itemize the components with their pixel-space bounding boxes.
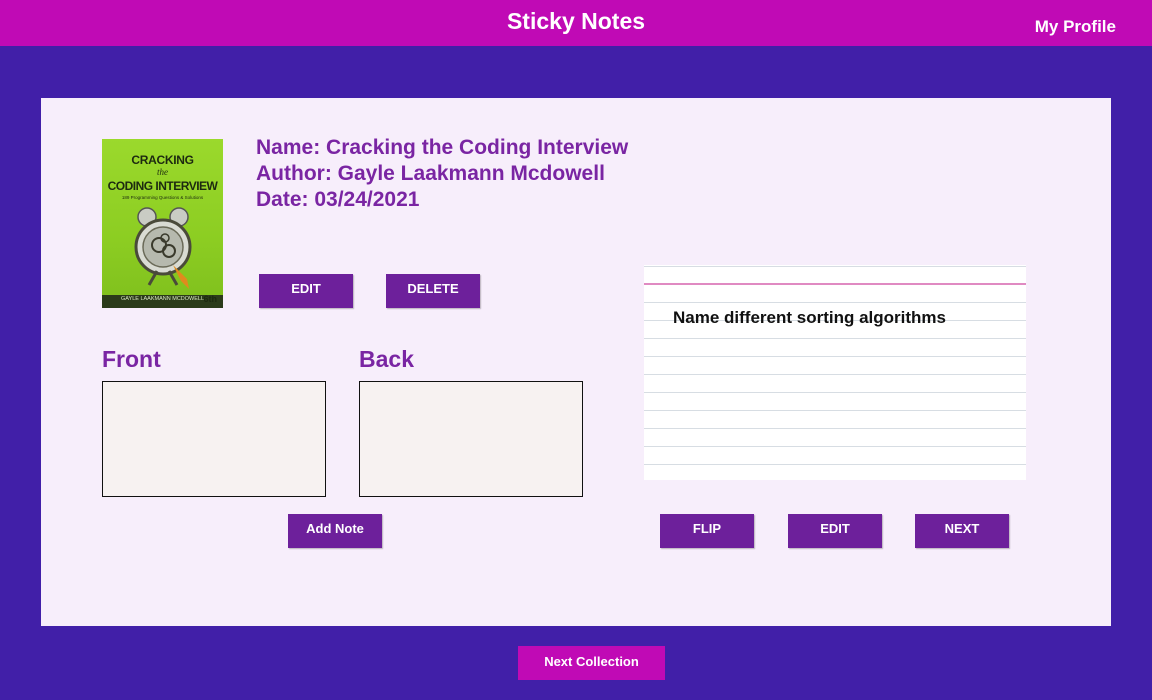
flashcard-question: Name different sorting algorithms	[673, 308, 946, 327]
edit-flashcard-button[interactable]: EDIT	[788, 514, 882, 548]
collection-card: CRACKING the CODING INTERVIEW 189 Progra…	[41, 98, 1111, 626]
back-textarea[interactable]	[359, 381, 583, 497]
delete-book-button[interactable]: DELETE	[386, 274, 480, 308]
book-date: Date: 03/24/2021	[256, 188, 420, 211]
app-title: Sticky Notes	[506, 8, 646, 34]
cover-subtitle: 189 Programming Questions & Solutions	[121, 195, 204, 200]
back-label: Back	[359, 346, 414, 372]
alarm-clock-illustration	[134, 207, 192, 289]
my-profile-link[interactable]: My Profile	[1035, 17, 1116, 37]
cover-title-line: the	[157, 167, 168, 177]
flip-button[interactable]: FLIP	[660, 514, 754, 548]
book-cover-image: CRACKING the CODING INTERVIEW 189 Progra…	[102, 139, 223, 308]
edit-book-button[interactable]: EDIT	[259, 274, 353, 308]
add-note-button[interactable]: Add Note	[288, 514, 382, 548]
book-author: Author: Gayle Laakmann Mcdowell	[256, 162, 605, 185]
cover-title-line: CRACKING	[131, 153, 194, 167]
front-label: Front	[102, 346, 161, 372]
flashcard[interactable]: Name different sorting algorithms	[644, 265, 1026, 480]
front-textarea[interactable]	[102, 381, 326, 497]
cover-title-line: CODING INTERVIEW	[107, 179, 218, 193]
top-header: Sticky Notes My Profile	[0, 0, 1152, 46]
cover-edition: 6th	[203, 294, 218, 304]
next-collection-button[interactable]: Next Collection	[518, 646, 665, 680]
book-name: Name: Cracking the Coding Interview	[256, 136, 629, 159]
next-flashcard-button[interactable]: NEXT	[915, 514, 1009, 548]
